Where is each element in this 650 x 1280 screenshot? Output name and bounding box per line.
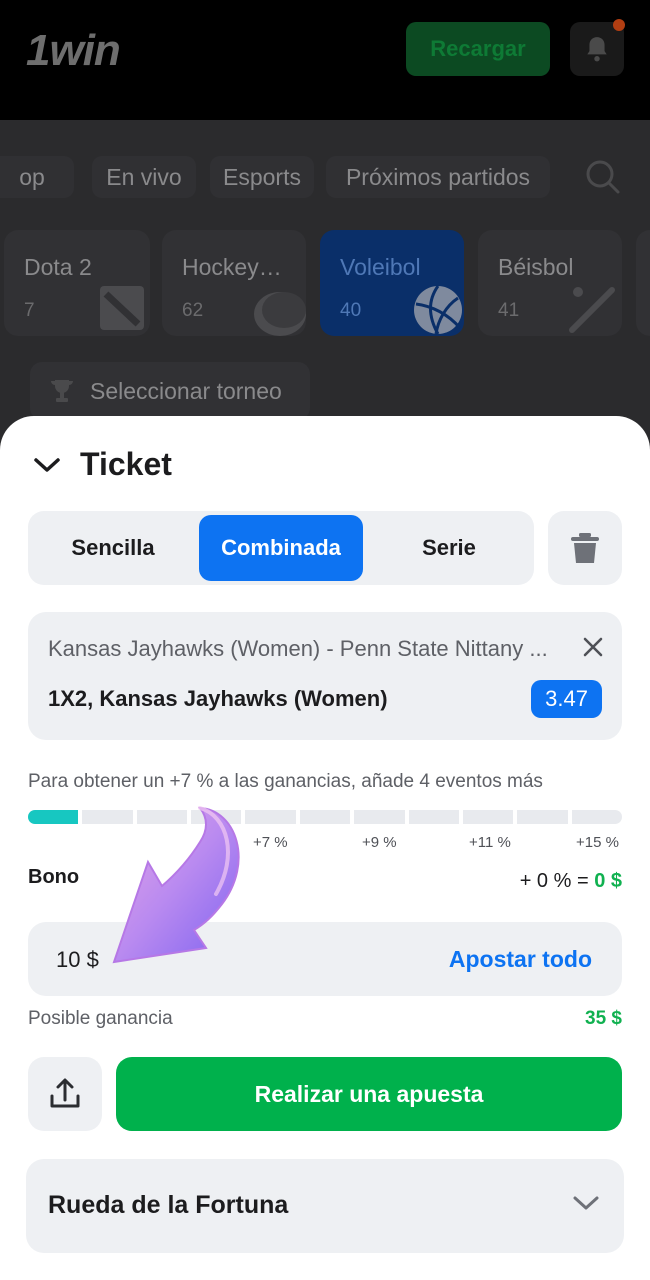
trash-icon [571, 533, 599, 563]
tab-top[interactable]: op [0, 156, 74, 198]
clear-ticket-button[interactable] [548, 511, 622, 585]
dota-icon [100, 286, 144, 330]
bet-type-serie[interactable]: Serie [368, 515, 530, 581]
sport-name: Béisbol [498, 254, 574, 280]
sport-card-hockey[interactable]: Hockey… 62 [162, 230, 306, 336]
bono-value: + 0 % = 0 $ [520, 870, 622, 893]
tournament-label: Seleccionar torneo [90, 377, 282, 404]
sport-name: Voleibol [340, 254, 421, 280]
sport-count: 40 [340, 300, 362, 321]
bet-type-sencilla[interactable]: Sencilla [32, 515, 194, 581]
progress-segment [571, 810, 622, 824]
logo: 1win [26, 26, 121, 75]
place-bet-button[interactable]: Realizar una apuesta [116, 1057, 622, 1131]
bet-match-name: Kansas Jayhawks (Women) - Penn State Nit… [48, 636, 548, 661]
bono-formula: + 0 % = [519, 870, 595, 892]
tab-esports[interactable]: Esports [210, 156, 314, 198]
bet-type-combinada[interactable]: Combinada [199, 515, 363, 581]
sport-card-beisbol[interactable]: Béisbol 41 [478, 230, 622, 336]
tab-proximos-partidos[interactable]: Próximos partidos [326, 156, 550, 198]
notification-dot [613, 19, 625, 31]
bet-selection: 1X2, Kansas Jayhawks (Women) [48, 686, 388, 711]
close-icon[interactable] [582, 636, 604, 658]
sport-count: 62 [182, 300, 204, 321]
baseball-bat-icon [569, 287, 615, 333]
select-tournament-button[interactable]: Seleccionar torneo [30, 362, 310, 420]
possible-gain-value: 35 $ [585, 1008, 622, 1029]
recharge-button[interactable]: Recargar [406, 22, 550, 76]
bono-amount: 0 $ [594, 870, 622, 892]
sport-name: Dota 2 [24, 254, 92, 280]
fortune-wheel-label: Rueda de la Fortuna [48, 1191, 289, 1219]
pointer-arrow-icon [112, 806, 240, 964]
progress-label: +15 % [576, 834, 619, 851]
progress-label: +7 % [253, 834, 288, 851]
bell-icon [587, 37, 607, 62]
progress-label: +9 % [362, 834, 397, 851]
sport-card-dota-2[interactable]: Dota 2 7 [4, 230, 150, 336]
bet-item-card: Kansas Jayhawks (Women) - Penn State Nit… [28, 612, 622, 740]
volleyball-icon [414, 285, 462, 335]
ticket-sheet: Ticket Sencilla Combinada Serie Kansas J… [0, 416, 650, 1280]
sport-name: Hockey… [182, 254, 282, 280]
search-icon[interactable] [584, 158, 622, 196]
progress-label: +11 % [469, 834, 511, 851]
bonus-hint: Para obtener un +7 % a las ganancias, añ… [28, 771, 543, 792]
sport-count: 7 [24, 300, 35, 321]
odds-badge: 3.47 [531, 680, 602, 718]
trophy-icon [51, 380, 73, 402]
notifications-button[interactable] [570, 19, 625, 76]
hockey-puck-icon [254, 292, 306, 336]
progress-segment [354, 810, 405, 824]
progress-segment [408, 810, 459, 824]
bet-all-button[interactable]: Apostar todo [449, 946, 592, 973]
chevron-down-icon[interactable] [572, 1193, 600, 1213]
progress-segment [28, 810, 79, 824]
progress-segment [245, 810, 296, 824]
possible-gain-label: Posible ganancia [28, 1008, 173, 1029]
share-icon [50, 1078, 80, 1108]
stake-value: 10 $ [56, 947, 99, 972]
bono-label: Bono [28, 866, 80, 888]
sport-count: 41 [498, 300, 520, 321]
tab-en-vivo[interactable]: En vivo [92, 156, 196, 198]
sport-card-partial[interactable] [636, 230, 650, 336]
progress-segment [299, 810, 351, 824]
app-header: 1win Recargar [0, 0, 650, 120]
share-button[interactable] [28, 1057, 102, 1131]
progress-segment [517, 810, 568, 824]
sport-card-voleibol[interactable]: Voleibol 40 [320, 230, 464, 336]
progress-segment [462, 810, 514, 824]
fortune-wheel-panel[interactable]: Rueda de la Fortuna [26, 1159, 624, 1253]
bet-type-switch: Sencilla Combinada Serie [28, 511, 534, 585]
chevron-down-icon[interactable] [32, 455, 62, 475]
ticket-header[interactable]: Ticket [32, 446, 172, 483]
ticket-title: Ticket [80, 446, 172, 482]
